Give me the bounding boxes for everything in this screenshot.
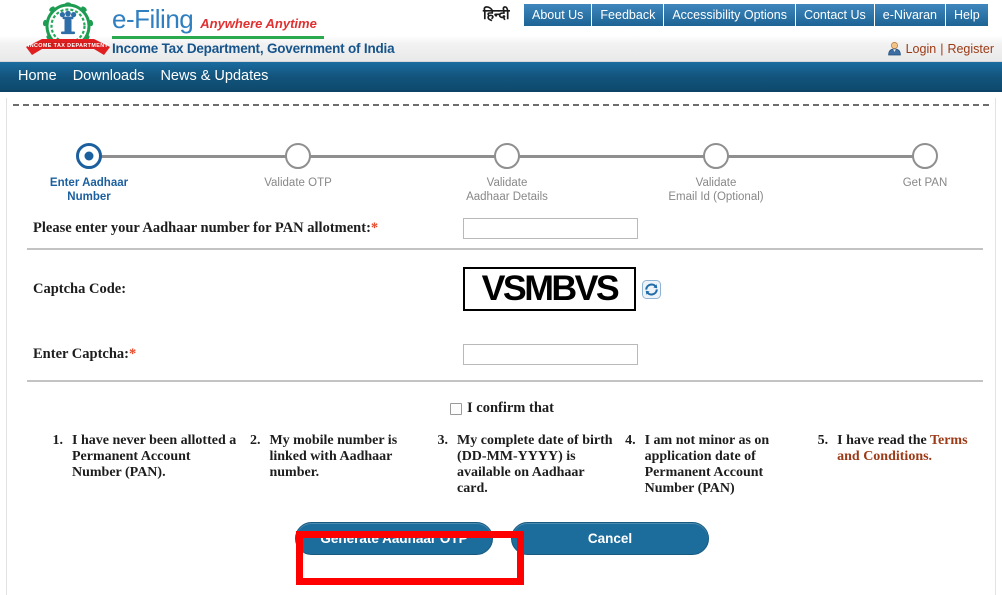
terms-list: 1. I have never been allotted a Permanen… <box>7 433 997 497</box>
generate-aadhaar-otp-button[interactable]: Generate Aadhaar OTP <box>295 522 493 555</box>
brand-name: e-Filing <box>112 4 194 34</box>
step-validate-aadhaar-details[interactable]: Validate Aadhaar Details <box>427 120 587 204</box>
term-text: I have never been allotted a Permanent A… <box>72 433 237 480</box>
captcha-code-row: Captcha Code: VSMBVS <box>7 250 997 328</box>
header-tab-feedback[interactable]: Feedback <box>591 3 664 27</box>
site-header: INCOME TAX DEPARTMENT e-Filing Anywhere … <box>0 0 1002 62</box>
nav-item-news-updates[interactable]: News & Updates <box>160 68 268 84</box>
term-item-1: 1. I have never been allotted a Permanen… <box>41 433 238 481</box>
step-label-validate-email-id: Validate Email Id (Optional) <box>636 176 796 204</box>
header-tab-contact-us[interactable]: Contact Us <box>794 3 874 27</box>
brand-tagline: Anywhere Anytime <box>200 16 317 31</box>
confirm-checkbox[interactable] <box>450 402 462 415</box>
panel-dashed-border <box>13 104 989 106</box>
captcha-code-label: Captcha Code: <box>33 280 127 297</box>
step-label-line1: Get PAN <box>902 177 948 189</box>
term-number: 3. <box>437 433 449 448</box>
cancel-button[interactable]: Cancel <box>511 522 709 555</box>
step-circle-icon <box>912 143 938 169</box>
term-number: 5. <box>817 433 829 448</box>
term-item-5: 5. I have read the Terms and Conditions. <box>806 433 969 465</box>
step-get-pan[interactable]: Get PAN <box>845 120 1002 190</box>
captcha-image: VSMBVS <box>463 267 636 311</box>
progress-stepper: Enter Aadhaar Number Validate OTP Valida… <box>7 120 997 204</box>
aadhaar-number-row: Please enter your Aadhaar number for PAN… <box>7 208 997 248</box>
step-circle-active-icon <box>76 143 102 169</box>
confirm-label: I confirm that <box>467 400 554 416</box>
term-number: 2. <box>249 433 261 448</box>
term-number: 1. <box>52 433 64 448</box>
step-label-enter-aadhaar-number: Enter Aadhaar Number <box>9 176 169 204</box>
income-tax-department-emblem-icon: INCOME TAX DEPARTMENT <box>18 1 118 59</box>
header-nav-tabs: About Us Feedback Accessibility Options … <box>523 3 989 27</box>
step-circle-icon <box>494 143 520 169</box>
required-asterisk: * <box>370 219 379 236</box>
language-toggle-hindi[interactable]: हिन्दी <box>483 5 509 24</box>
login-register-area: Login | Register <box>887 41 994 56</box>
aadhaar-number-input[interactable] <box>463 217 638 239</box>
enter-captcha-label-text: Enter Captcha: <box>33 345 129 362</box>
register-link[interactable]: Register <box>947 42 994 56</box>
term-text: My mobile number is linked with Aadhaar … <box>269 433 398 480</box>
step-label-line1: Validate OTP <box>264 177 332 189</box>
page-root: INCOME TAX DEPARTMENT e-Filing Anywhere … <box>0 0 1002 595</box>
step-validate-email-id[interactable]: Validate Email Id (Optional) <box>636 120 796 204</box>
term-number: 4. <box>625 433 636 448</box>
header-tab-about-us[interactable]: About Us <box>523 3 592 27</box>
header-tab-help[interactable]: Help <box>944 3 989 27</box>
term-item-4: 4. I am not minor as on application date… <box>614 433 807 497</box>
aadhaar-number-label: Please enter your Aadhaar number for PAN… <box>33 220 463 237</box>
term-text: I am not minor as on application date of… <box>644 433 770 496</box>
step-label-get-pan: Get PAN <box>845 176 1002 190</box>
required-asterisk: * <box>129 345 137 362</box>
enter-captcha-input[interactable] <box>463 343 638 365</box>
step-circle-icon <box>285 143 311 169</box>
term-item-3: 3. My complete date of birth (DD-MM-YYYY… <box>426 433 614 497</box>
step-label-line1: Validate <box>695 177 737 189</box>
user-avatar-icon <box>887 41 902 56</box>
brand-divider <box>112 36 324 39</box>
step-label-validate-otp: Validate OTP <box>218 176 378 190</box>
aadhaar-form: Please enter your Aadhaar number for PAN… <box>7 208 997 497</box>
step-enter-aadhaar-number[interactable]: Enter Aadhaar Number <box>9 120 169 204</box>
department-name: Income Tax Department, Government of Ind… <box>112 41 395 56</box>
step-label-line2: Number <box>67 191 111 203</box>
svg-text:INCOME TAX DEPARTMENT: INCOME TAX DEPARTMENT <box>28 43 109 49</box>
term-text: I have read the Terms and Conditions. <box>837 433 969 465</box>
step-circle-icon <box>703 143 729 169</box>
nav-item-downloads[interactable]: Downloads <box>73 68 145 84</box>
brand-block: e-Filing Anywhere Anytime Income Tax Dep… <box>112 4 395 56</box>
captcha-code-text: VSMBVS <box>481 269 620 308</box>
step-label-line1: Validate <box>486 177 528 189</box>
refresh-captcha-icon[interactable] <box>642 279 661 299</box>
confirm-checkbox-row: I confirm that <box>7 400 997 417</box>
login-link[interactable]: Login <box>906 42 937 56</box>
term-text-prefix: I have read the <box>837 433 930 448</box>
enter-captcha-row: Enter Captcha:* <box>7 328 997 380</box>
step-label-line2: Aadhaar Details <box>466 191 548 203</box>
step-label-line2: Email Id (Optional) <box>668 191 764 203</box>
main-content-panel: Enter Aadhaar Number Validate OTP Valida… <box>6 98 996 595</box>
header-tab-e-nivaran[interactable]: e-Nivaran <box>873 3 945 27</box>
step-label-line1: Enter Aadhaar <box>49 177 129 189</box>
aadhaar-number-label-text: Please enter your Aadhaar number for PAN… <box>33 219 371 236</box>
nav-item-home[interactable]: Home <box>18 68 57 84</box>
step-validate-otp[interactable]: Validate OTP <box>218 120 378 190</box>
term-text: My complete date of birth (DD-MM-YYYY) i… <box>457 433 613 496</box>
step-label-validate-aadhaar-details: Validate Aadhaar Details <box>427 176 587 204</box>
term-item-2: 2. My mobile number is linked with Aadha… <box>238 433 426 481</box>
form-action-buttons: Generate Aadhaar OTP Cancel <box>7 522 997 555</box>
section-divider-2 <box>27 380 983 382</box>
enter-captcha-label: Enter Captcha:* <box>33 346 463 363</box>
main-navigation-bar: Home Downloads News & Updates <box>0 62 1002 92</box>
header-tab-accessibility-options[interactable]: Accessibility Options <box>663 3 795 27</box>
login-register-separator: | <box>940 41 944 56</box>
